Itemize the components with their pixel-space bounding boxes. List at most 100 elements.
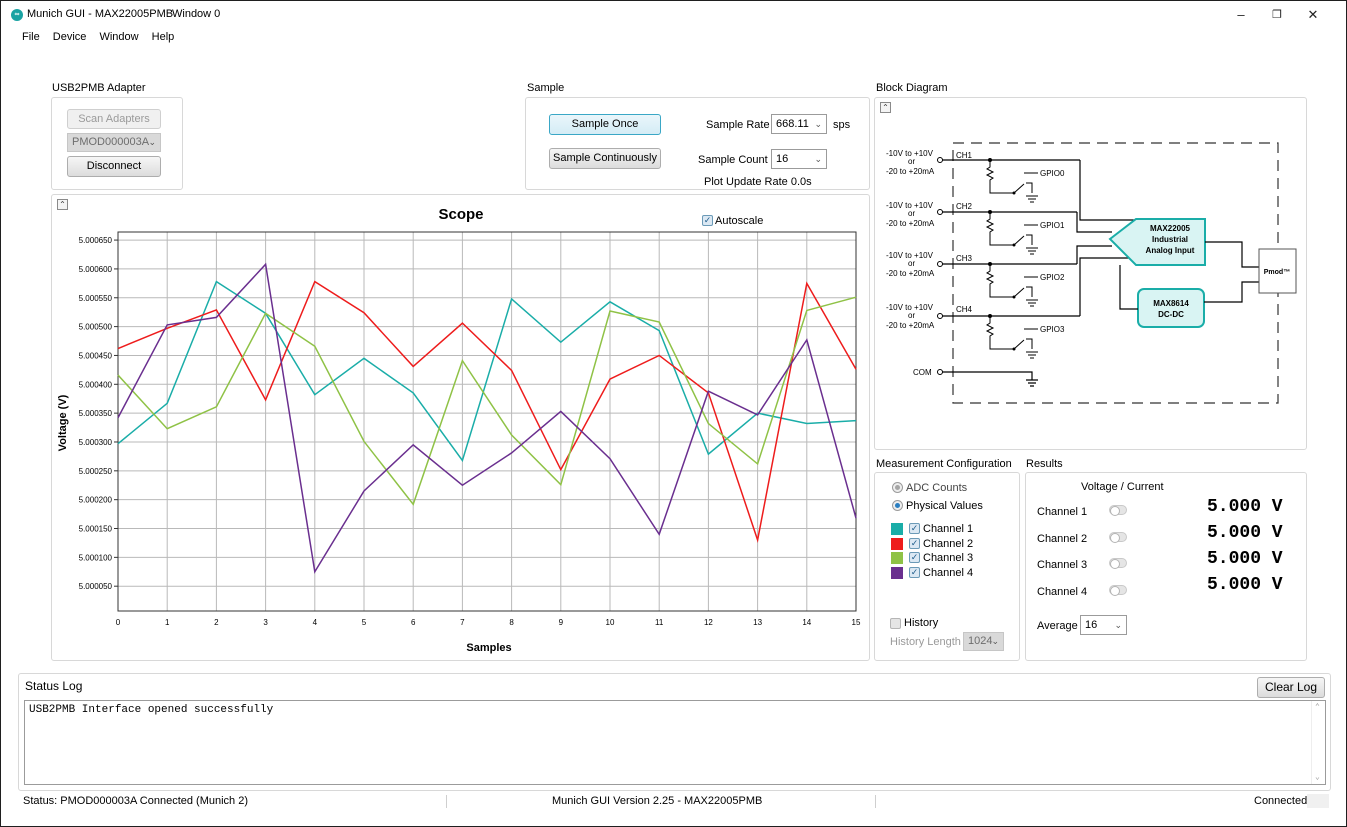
channel-1-checkbox[interactable]: ✓ xyxy=(909,523,920,534)
svg-text:CH2: CH2 xyxy=(956,202,973,211)
svg-text:GPIO1: GPIO1 xyxy=(1040,221,1065,230)
history-label: History xyxy=(904,617,939,629)
svg-text:CH1: CH1 xyxy=(956,151,973,160)
sample-rate-select[interactable]: 668.11 ⌄ xyxy=(771,114,827,134)
y-tick-label: 5.000500 xyxy=(79,323,113,332)
svg-text:DC-DC: DC-DC xyxy=(1158,310,1184,319)
log-scrollbar[interactable]: ⌃ ⌄ xyxy=(1311,701,1325,784)
window-title: Munich GUI - MAX22005PMB xyxy=(27,8,174,20)
sample-once-button[interactable]: Sample Once xyxy=(549,114,661,135)
x-tick-label: 3 xyxy=(263,618,268,627)
svg-text:-20 to +20mA: -20 to +20mA xyxy=(886,219,935,228)
com-input: COM xyxy=(913,368,1038,387)
restore-button[interactable]: ❐ xyxy=(1262,7,1292,23)
sample-rate-unit: sps xyxy=(833,119,851,131)
x-tick-label: 14 xyxy=(802,618,811,627)
channel-3-toggle[interactable] xyxy=(1109,558,1127,569)
result-channel-3-label: Channel 3 xyxy=(1037,559,1088,571)
minimize-button[interactable]: – xyxy=(1226,7,1256,23)
menu-device[interactable]: Device xyxy=(48,27,92,47)
adapter-select[interactable]: PMOD000003A ⌄ xyxy=(67,133,161,152)
x-tick-label: 13 xyxy=(753,618,762,627)
average-value: 16 xyxy=(1085,619,1098,631)
svg-text:or: or xyxy=(908,209,915,218)
svg-text:CH4: CH4 xyxy=(956,305,973,314)
max8614-dcdc: MAX8614 DC-DC xyxy=(1137,288,1205,328)
channel-4-toggle[interactable] xyxy=(1109,585,1127,596)
block-diagram-title: Block Diagram xyxy=(876,82,948,94)
block-diagram: -10V to +10V or -20 to +20mA CH1 GPIO0 -… xyxy=(886,142,1297,404)
menu-help[interactable]: Help xyxy=(147,27,180,47)
svg-text:CH3: CH3 xyxy=(956,254,973,263)
result-channel-1-label: Channel 1 xyxy=(1037,506,1088,518)
history-checkbox[interactable] xyxy=(890,618,901,629)
channel-2-checkbox[interactable]: ✓ xyxy=(909,538,920,549)
channel-4-checkbox[interactable]: ✓ xyxy=(909,567,920,578)
channel-3-label: Channel 3 xyxy=(923,552,974,564)
status-log-text: USB2PMB Interface opened successfully xyxy=(29,704,274,716)
channel-1-color-swatch xyxy=(891,523,903,535)
sample-rate-value: 668.11 xyxy=(776,118,809,130)
plot-update-rate: Plot Update Rate 0.0s xyxy=(704,176,812,188)
x-tick-label: 11 xyxy=(655,618,664,627)
adapter-group-title: USB2PMB Adapter xyxy=(52,82,146,94)
menu-window[interactable]: Window xyxy=(94,27,143,47)
connection-status: Connected xyxy=(1254,795,1308,807)
sample-continuously-button[interactable]: Sample Continuously xyxy=(549,148,661,169)
y-tick-label: 5.000050 xyxy=(79,582,113,591)
y-tick-label: 5.000100 xyxy=(79,553,113,562)
channel-2-value: 5.000 V xyxy=(1207,523,1283,543)
channel-1-label: Channel 1 xyxy=(923,523,974,535)
channel-2-toggle[interactable] xyxy=(1109,532,1127,543)
sample-count-label: Sample Count xyxy=(698,154,768,166)
adc-counts-radio[interactable] xyxy=(892,482,903,493)
history-length-label: History Length xyxy=(890,636,961,648)
version-text: Munich GUI Version 2.25 - MAX22005PMB xyxy=(552,795,763,807)
chevron-down-icon: ⌄ xyxy=(991,636,999,646)
svg-text:Pmod™: Pmod™ xyxy=(1264,269,1290,276)
status-log-title: Status Log xyxy=(25,679,83,693)
window-instance-name: Window 0 xyxy=(172,8,221,20)
svg-text:GPIO2: GPIO2 xyxy=(1040,273,1065,282)
sample-group xyxy=(525,97,870,190)
pmod-connector: Pmod™ xyxy=(1258,248,1297,294)
chevron-down-icon: ⌄ xyxy=(814,154,822,164)
sample-count-select[interactable]: 16 ⌄ xyxy=(771,149,827,169)
channel-3-checkbox[interactable]: ✓ xyxy=(909,552,920,563)
close-button[interactable]: ✕ xyxy=(1298,7,1328,23)
history-length-select[interactable]: 1024 ⌄ xyxy=(963,632,1004,651)
channel-1-toggle[interactable] xyxy=(1109,505,1127,516)
y-tick-label: 5.000150 xyxy=(79,525,113,534)
scroll-down-icon[interactable]: ⌄ xyxy=(1315,772,1320,782)
status-indicator xyxy=(1307,794,1329,808)
y-tick-label: 5.000650 xyxy=(79,236,113,245)
scan-adapters-button[interactable]: Scan Adapters xyxy=(67,109,161,129)
svg-text:or: or xyxy=(908,259,915,268)
svg-text:-20 to +20mA: -20 to +20mA xyxy=(886,321,935,330)
average-select[interactable]: 16 ⌄ xyxy=(1080,615,1127,635)
history-length-value: 1024 xyxy=(968,635,993,647)
status-text: Status: PMOD000003A Connected (Munich 2) xyxy=(23,795,249,807)
physical-values-label: Physical Values xyxy=(906,500,983,512)
svg-text:MAX8614: MAX8614 xyxy=(1153,299,1189,308)
menu-file[interactable]: File xyxy=(22,27,45,47)
adapter-select-value: PMOD000003A xyxy=(72,136,150,148)
physical-values-radio[interactable] xyxy=(892,500,903,511)
status-log-textarea[interactable]: USB2PMB Interface opened successfully ⌃ … xyxy=(24,700,1326,785)
clear-log-button[interactable]: Clear Log xyxy=(1257,677,1325,698)
scroll-up-icon[interactable]: ⌃ xyxy=(1315,702,1320,712)
y-tick-label: 5.000300 xyxy=(79,438,113,447)
app-window: ∞ Munich GUI - MAX22005PMB Window 0 – ❐ … xyxy=(0,0,1347,827)
result-channel-2-label: Channel 2 xyxy=(1037,533,1088,545)
channel-1-value: 5.000 V xyxy=(1207,497,1283,517)
y-tick-label: 5.000450 xyxy=(79,351,113,360)
disconnect-button[interactable]: Disconnect xyxy=(67,156,161,177)
status-divider xyxy=(875,795,876,808)
y-tick-label: 5.000600 xyxy=(79,265,113,274)
status-bar: Status: PMOD000003A Connected (Munich 2)… xyxy=(1,793,1346,809)
average-label: Average xyxy=(1037,620,1078,632)
x-tick-label: 1 xyxy=(165,618,170,627)
x-tick-label: 0 xyxy=(116,618,121,627)
y-tick-label: 5.000350 xyxy=(79,409,113,418)
y-tick-label: 5.000400 xyxy=(79,380,113,389)
